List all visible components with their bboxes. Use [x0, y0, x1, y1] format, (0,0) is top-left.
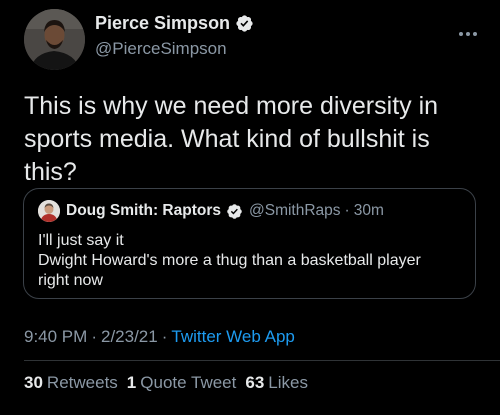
quoted-tweet-card[interactable]: Doug Smith: Raptors @SmithRaps · 30m I'l… — [23, 188, 476, 299]
quoted-tweet-time: 30m — [353, 202, 384, 219]
quoted-author-avatar — [38, 200, 60, 222]
retweets-stat[interactable]: 30 Retweets — [24, 373, 118, 393]
dot-separator: · — [161, 327, 168, 346]
quoted-tweet-line: right now — [38, 272, 103, 289]
tweet-source-link[interactable]: Twitter Web App — [171, 327, 294, 346]
quoted-tweet-text: I'll just say it Dwight Howard's more a … — [38, 231, 463, 291]
more-options-icon[interactable] — [458, 24, 478, 36]
likes-label: Likes — [268, 373, 308, 392]
quoted-tweet-line: Dwight Howard's more a thug than a baske… — [38, 252, 421, 269]
quote-tweets-label: Quote Tweet — [140, 373, 237, 392]
retweets-label: Retweets — [46, 373, 118, 392]
author-display-name[interactable]: Pierce Simpson — [95, 13, 230, 34]
likes-count: 63 — [245, 373, 265, 392]
divider — [24, 360, 500, 361]
author-avatar[interactable] — [24, 9, 85, 70]
author-name[interactable]: Pierce Simpson — [95, 13, 254, 34]
quoted-author-handle: @SmithRaps — [249, 202, 341, 219]
verified-badge-icon — [226, 203, 243, 220]
tweet-date[interactable]: 2/23/21 — [101, 327, 158, 346]
dot-separator: · — [344, 202, 350, 219]
retweets-count: 30 — [24, 373, 43, 392]
quote-tweets-count: 1 — [126, 373, 137, 392]
quote-tweets-stat[interactable]: 1 Quote Tweet — [127, 373, 237, 393]
quoted-author-name: Doug Smith: Raptors — [66, 202, 221, 219]
likes-stat[interactable]: 63 Likes — [245, 373, 308, 393]
quoted-tweet-header: Doug Smith: Raptors @SmithRaps · 30m — [38, 200, 384, 222]
tweet-metadata: 9:40 PM · 2/23/21 · Twitter Web App — [24, 327, 295, 347]
quoted-tweet-line: I'll just say it — [38, 232, 124, 249]
dot-separator: · — [91, 327, 97, 346]
tweet-time[interactable]: 9:40 PM — [24, 327, 87, 346]
tweet-text: This is why we need more diversity in sp… — [24, 92, 439, 186]
author-handle[interactable]: @PierceSimpson — [95, 39, 227, 59]
engagement-stats: 30 Retweets 1 Quote Tweet 63 Likes — [24, 373, 317, 393]
verified-badge-icon — [235, 14, 254, 33]
tweet-detail: Pierce Simpson @PierceSimpson This is wh… — [0, 0, 500, 415]
